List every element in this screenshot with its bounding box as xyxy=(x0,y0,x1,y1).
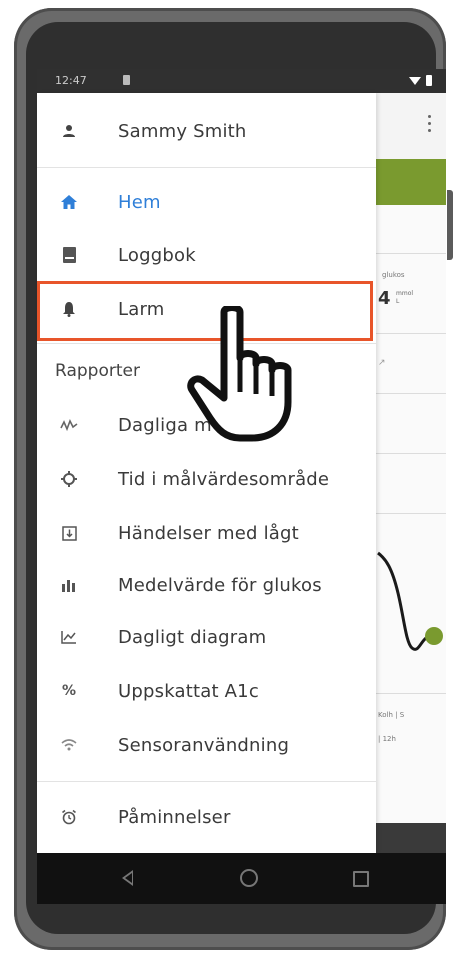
status-time: 12:47 xyxy=(55,74,87,87)
app-footer-label: Kolh | S xyxy=(378,711,405,719)
background-app: glukos 4 mmol L ↗ Kolh | S | 12h xyxy=(376,93,446,853)
daily-patterns-icon xyxy=(59,415,79,435)
target-range-icon xyxy=(59,469,79,489)
status-bar: 12:47 xyxy=(37,69,446,93)
navigation-drawer: Sammy Smith Hem Loggbok Larm Rapporter D… xyxy=(37,93,376,853)
app-trend-arrow-icon: ↗ xyxy=(378,358,386,368)
bar-chart-icon xyxy=(59,575,79,595)
drawer-item-reminders[interactable]: Påminnelser xyxy=(37,793,376,841)
user-name: Sammy Smith xyxy=(118,120,247,142)
recent-apps-icon[interactable] xyxy=(353,871,369,887)
drawer-item-label: Uppskattat A1c xyxy=(118,680,259,702)
drawer-user-profile[interactable]: Sammy Smith xyxy=(37,107,376,155)
alarm-clock-icon xyxy=(59,807,79,827)
logbook-icon xyxy=(59,245,79,265)
app-green-banner xyxy=(376,159,446,205)
app-bottom-bar xyxy=(376,823,446,853)
app-toolbar xyxy=(376,93,446,159)
app-panel-title: glukos xyxy=(382,271,405,279)
drawer-item-label: Dagligt diagram xyxy=(118,626,267,648)
app-divider xyxy=(376,693,446,694)
reports-section-header: Rapporter xyxy=(55,361,140,381)
app-grid-line xyxy=(376,513,446,514)
app-glucose-reading: 4 xyxy=(378,288,391,309)
low-events-icon xyxy=(59,523,79,543)
pointing-hand-icon xyxy=(187,306,292,442)
line-chart-icon xyxy=(59,627,79,647)
home-icon xyxy=(59,192,79,212)
drawer-item-label: Sensoranvändning xyxy=(118,734,290,756)
app-divider xyxy=(376,253,446,254)
drawer-item-estimated-a1c[interactable]: % Uppskattat A1c xyxy=(37,667,376,715)
drawer-item-label: Loggbok xyxy=(118,244,196,266)
wifi-signal-icon xyxy=(59,735,79,755)
drawer-item-logbook[interactable]: Loggbok xyxy=(37,231,376,279)
wifi-icon xyxy=(409,77,421,85)
drawer-divider xyxy=(37,781,376,782)
drawer-item-average-glucose[interactable]: Medelvärde för glukos xyxy=(37,561,376,609)
drawer-item-label: Händelser med lågt xyxy=(118,522,299,544)
drawer-divider xyxy=(37,167,376,168)
home-circle-icon[interactable] xyxy=(240,869,258,887)
system-nav-bar xyxy=(37,853,446,904)
drawer-item-sensor-usage[interactable]: Sensoranvändning xyxy=(37,721,376,769)
drawer-item-home[interactable]: Hem xyxy=(37,178,376,226)
drawer-item-label: Medelvärde för glukos xyxy=(118,574,322,596)
drawer-item-low-events[interactable]: Händelser med lågt xyxy=(37,509,376,557)
sim-icon xyxy=(123,75,130,85)
app-glucose-graph xyxy=(377,551,443,651)
app-footer-label: | 12h xyxy=(378,735,396,743)
app-divider xyxy=(376,333,446,334)
drawer-item-time-in-range[interactable]: Tid i målvärdesområde xyxy=(37,455,376,503)
drawer-item-label: Påminnelser xyxy=(118,806,231,828)
app-grid-line xyxy=(376,453,446,454)
overflow-menu-icon[interactable] xyxy=(428,115,432,135)
drawer-item-label: Tid i målvärdesområde xyxy=(118,468,330,490)
app-grid-line xyxy=(376,393,446,394)
drawer-item-daily-graph[interactable]: Dagligt diagram xyxy=(37,613,376,661)
phone-side-button xyxy=(447,190,453,260)
drawer-item-label: Hem xyxy=(118,191,161,213)
battery-icon xyxy=(426,75,432,86)
percent-icon: % xyxy=(61,683,77,699)
person-icon xyxy=(59,121,79,141)
app-reading-unit: mmol L xyxy=(396,290,414,305)
